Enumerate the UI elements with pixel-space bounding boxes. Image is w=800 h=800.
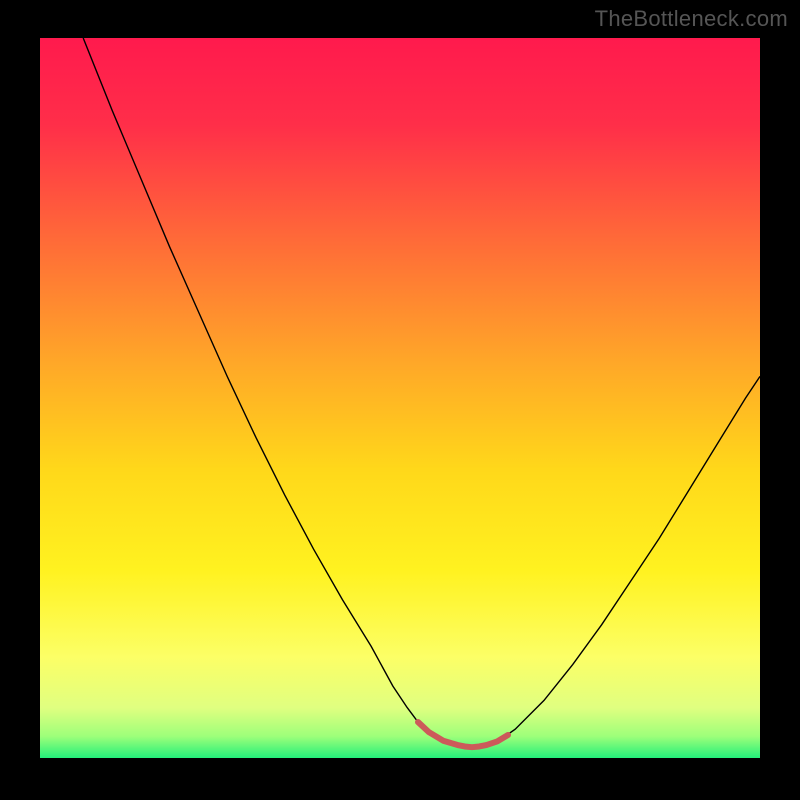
bottleneck-plot-svg <box>40 38 760 758</box>
chart-frame: TheBottleneck.com <box>0 0 800 800</box>
watermark-text: TheBottleneck.com <box>595 6 788 32</box>
plot-area <box>40 38 760 758</box>
gradient-background <box>40 38 760 758</box>
